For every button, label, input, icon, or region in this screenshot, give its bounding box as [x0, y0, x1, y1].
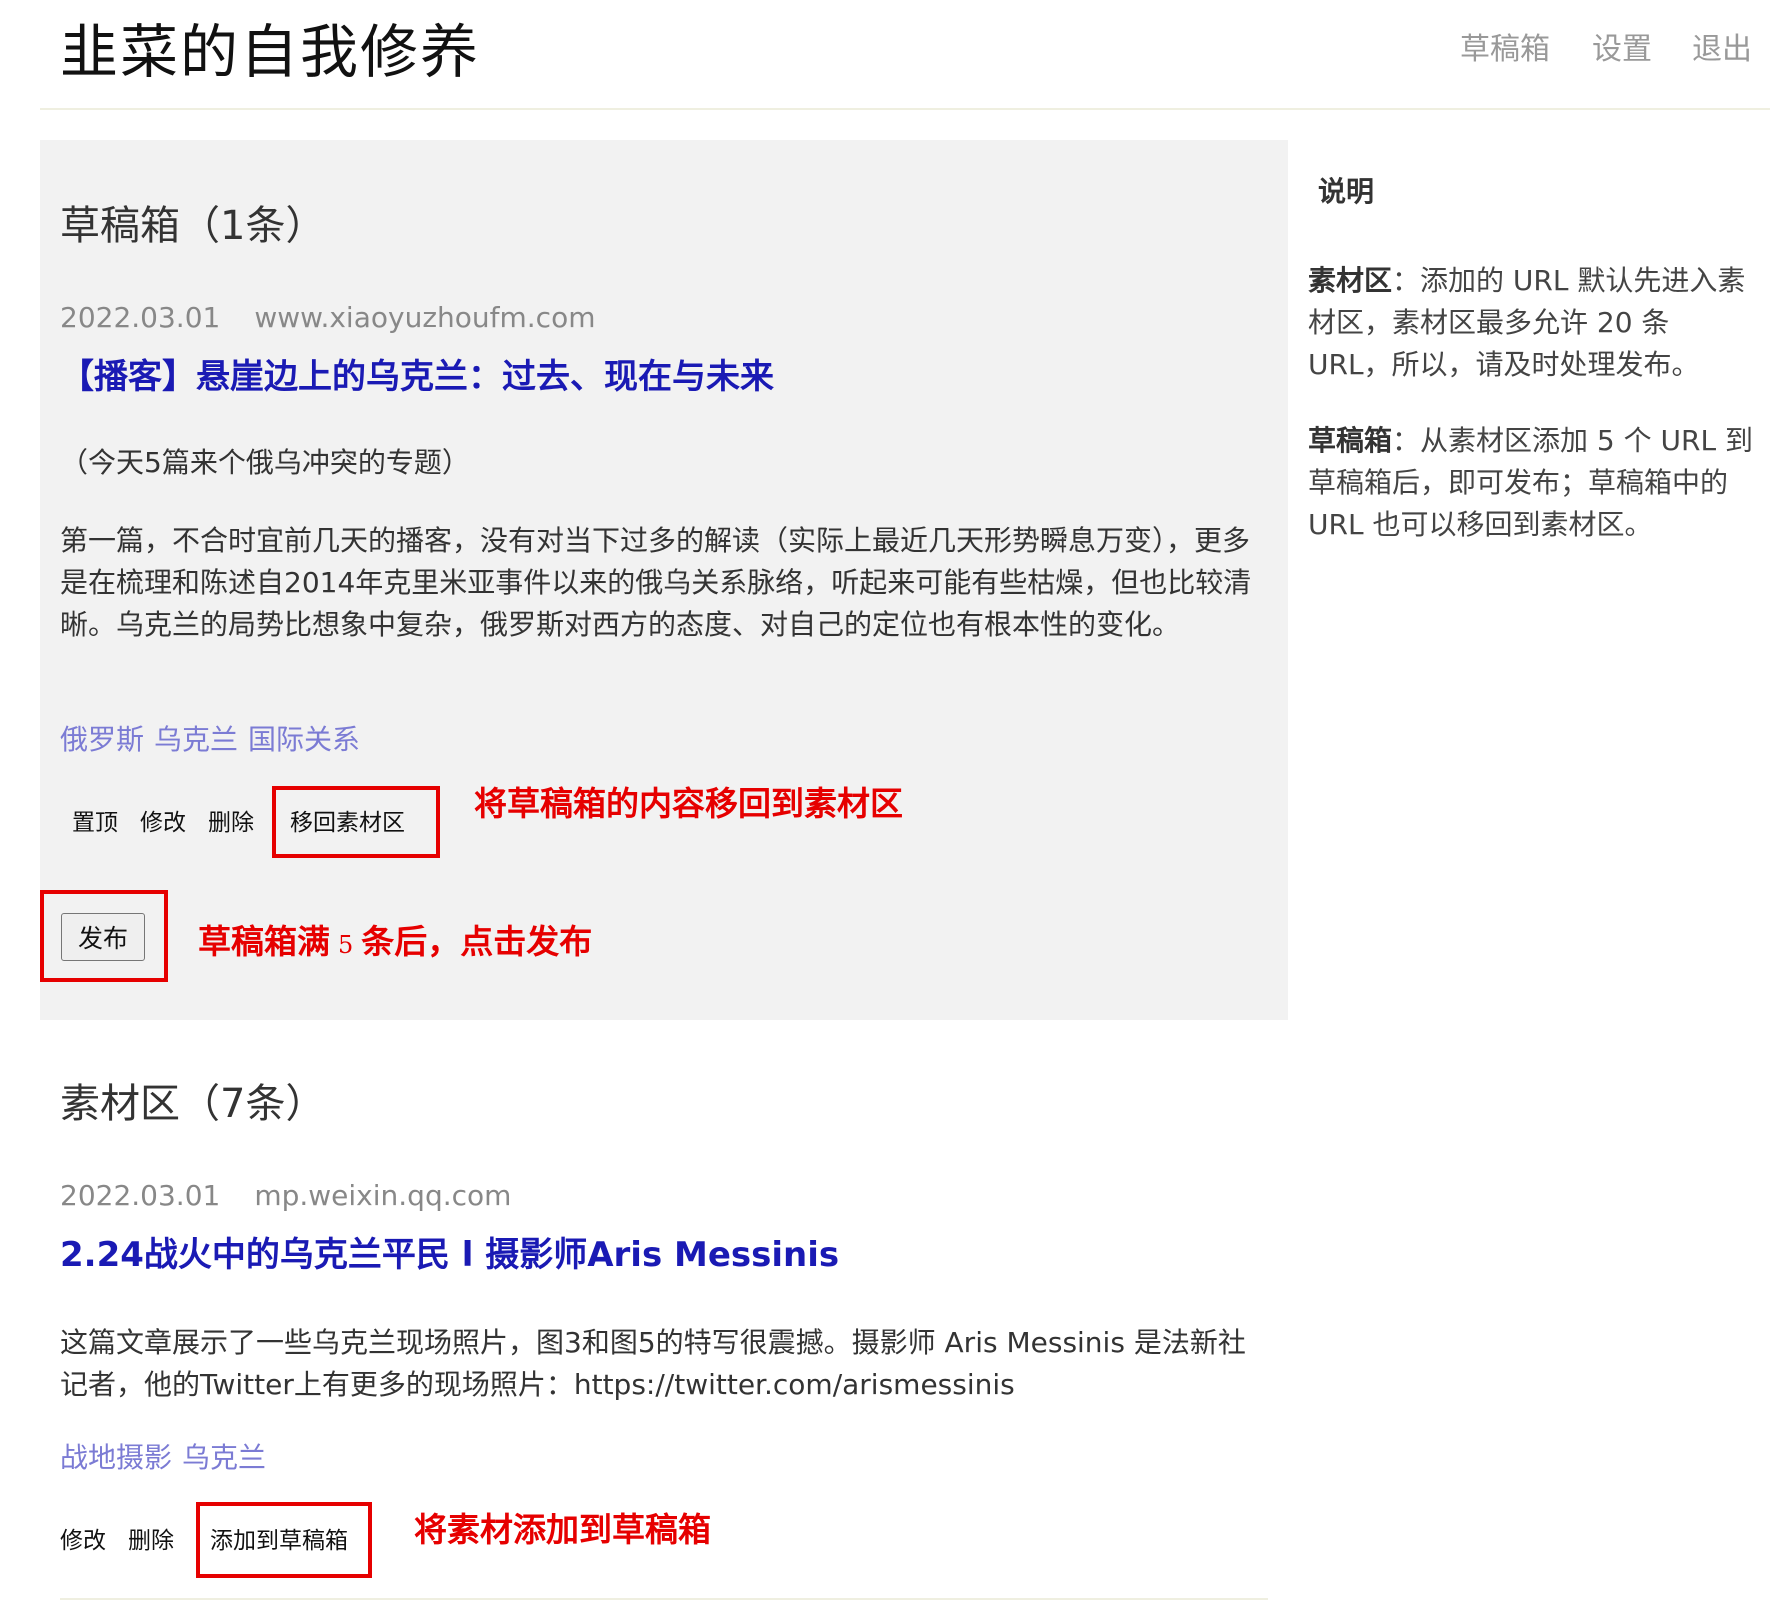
draft-item-description: 第一篇，不合时宜前几天的播客，没有对当下过多的解读（实际上最近几天形势瞬息万变）… — [60, 524, 1252, 641]
draft-item-title-link[interactable]: 【播客】悬崖边上的乌克兰：过去、现在与未来 — [60, 354, 774, 400]
tag-link[interactable]: 国际关系 — [248, 723, 360, 756]
draft-item-tags: 俄罗斯 乌克兰 国际关系 — [60, 720, 360, 760]
material-edit-action[interactable]: 修改 — [60, 1526, 106, 1556]
draft-item-date: 2022.03.01 — [60, 301, 221, 334]
publish-annotation-number: 5 — [338, 931, 354, 959]
draft-item-meta: 2022.03.01 www.xiaoyuzhoufm.com — [60, 300, 595, 336]
material-item-domain: mp.weixin.qq.com — [254, 1179, 512, 1212]
site-title: 韭菜的自我修养 — [60, 18, 481, 86]
nav-drafts-link[interactable]: 草稿箱 — [1460, 30, 1550, 70]
sidebar-materials-note: 素材区：添加的 URL 默认先进入素材区，素材区最多允许 20 条 URL，所以… — [1308, 260, 1760, 386]
nav-settings-link[interactable]: 设置 — [1592, 30, 1652, 70]
material-item-meta: 2022.03.01 mp.weixin.qq.com — [60, 1178, 511, 1214]
bottom-divider — [60, 1598, 1268, 1600]
tag-link[interactable]: 乌克兰 — [182, 1441, 266, 1474]
tag-link[interactable]: 俄罗斯 — [60, 723, 144, 756]
add-to-drafts-annotation: 将素材添加到草稿箱 — [414, 1510, 711, 1549]
material-item-tags: 战地摄影 乌克兰 — [60, 1438, 266, 1478]
header-divider — [40, 108, 1770, 110]
publish-annotation-suffix: 条后，点击发布 — [361, 922, 593, 961]
move-back-to-materials-action[interactable]: 移回素材区 — [290, 808, 405, 838]
draft-item-intro: （今天5篇来个俄乌冲突的专题） — [60, 446, 470, 479]
sidebar-materials-label: 素材区 — [1308, 264, 1393, 297]
tag-link[interactable]: 乌克兰 — [154, 723, 238, 756]
edit-action[interactable]: 修改 — [140, 808, 186, 838]
sidebar-heading: 说明 — [1318, 175, 1375, 208]
move-back-annotation: 将草稿箱的内容移回到素材区 — [474, 784, 903, 823]
publish-annotation: 草稿箱满 5 条后，点击发布 — [198, 920, 592, 967]
draft-item-domain: www.xiaoyuzhoufm.com — [254, 301, 596, 334]
sidebar-drafts-note: 草稿箱：从素材区添加 5 个 URL 到草稿箱后，即可发布；草稿箱中的 URL … — [1308, 420, 1760, 546]
sidebar-drafts-label: 草稿箱 — [1308, 424, 1393, 457]
publish-button[interactable]: 发布 — [61, 913, 145, 961]
delete-action[interactable]: 删除 — [208, 808, 254, 838]
tag-link[interactable]: 战地摄影 — [60, 1441, 172, 1474]
material-item-description: 这篇文章展示了一些乌克兰现场照片，图3和图5的特写很震撼。摄影师 Aris Me… — [60, 1326, 1246, 1401]
drafts-heading: 草稿箱（1条） — [60, 203, 326, 249]
material-item-title-link[interactable]: 2.24战火中的乌克兰平民 l 摄影师Aris Messinis — [60, 1232, 839, 1278]
pin-action[interactable]: 置顶 — [72, 808, 118, 838]
nav-logout-link[interactable]: 退出 — [1692, 30, 1752, 70]
add-to-drafts-action[interactable]: 添加到草稿箱 — [210, 1526, 348, 1556]
material-item-date: 2022.03.01 — [60, 1179, 221, 1212]
material-delete-action[interactable]: 删除 — [128, 1526, 174, 1556]
materials-heading: 素材区（7条） — [60, 1081, 326, 1127]
publish-annotation-prefix: 草稿箱满 — [198, 922, 330, 961]
